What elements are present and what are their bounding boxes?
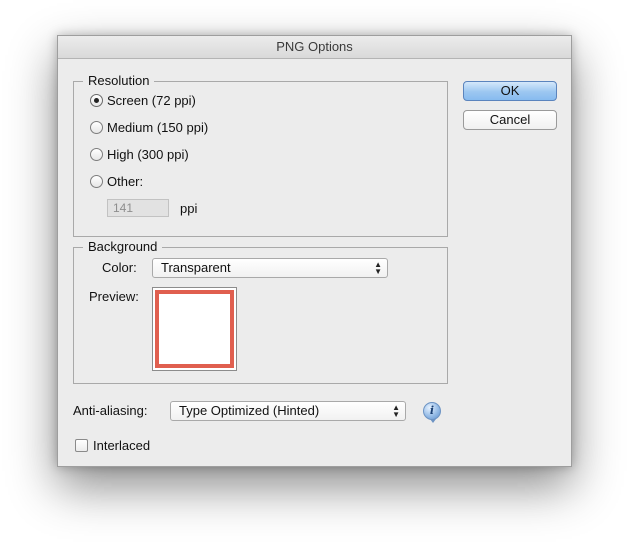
interlaced-label: Interlaced: [93, 438, 151, 453]
radio-label-other: Other:: [107, 173, 144, 189]
other-ppi-input[interactable]: 141: [107, 199, 169, 217]
radio-label-high: High (300 ppi): [107, 146, 189, 162]
preview-label: Preview:: [89, 289, 139, 304]
ppi-unit-label: ppi: [180, 201, 198, 216]
radio-label-screen: Screen (72 ppi): [107, 92, 196, 108]
color-select[interactable]: Transparent ▲ ▼: [152, 258, 388, 278]
interlaced-checkbox-row[interactable]: Interlaced: [75, 438, 150, 453]
radio-button[interactable]: [90, 147, 103, 161]
radio-button-selected[interactable]: [90, 93, 103, 107]
select-arrows-icon: ▲ ▼: [374, 260, 382, 276]
select-arrows-icon: ▲ ▼: [392, 403, 400, 419]
radio-screen-72[interactable]: Screen (72 ppi): [90, 91, 196, 109]
resolution-group-title: Resolution: [83, 73, 155, 89]
radio-medium-150[interactable]: Medium (150 ppi): [90, 118, 208, 136]
cancel-button[interactable]: Cancel: [463, 110, 557, 130]
anti-aliasing-label: Anti-aliasing:: [73, 403, 148, 418]
png-options-dialog: PNG Options Resolution Screen (72 ppi) M…: [57, 35, 572, 467]
color-select-value: Transparent: [161, 260, 231, 275]
radio-dot-icon: [94, 97, 99, 103]
radio-high-300[interactable]: High (300 ppi): [90, 145, 189, 163]
anti-aliasing-select[interactable]: Type Optimized (Hinted) ▲ ▼: [170, 401, 406, 421]
background-group-title: Background: [83, 239, 163, 255]
radio-button[interactable]: [90, 120, 103, 134]
radio-label-medium: Medium (150 ppi): [107, 119, 209, 135]
dialog-title: PNG Options: [58, 36, 571, 59]
ok-button[interactable]: OK: [463, 81, 557, 101]
interlaced-checkbox[interactable]: [75, 439, 88, 452]
color-label: Color:: [102, 260, 137, 275]
radio-button[interactable]: [90, 174, 103, 188]
radio-other[interactable]: Other:: [90, 172, 143, 190]
preview-swatch: [155, 290, 234, 368]
background-preview: [152, 287, 237, 371]
info-icon[interactable]: i: [423, 402, 441, 423]
anti-aliasing-select-value: Type Optimized (Hinted): [179, 403, 320, 418]
